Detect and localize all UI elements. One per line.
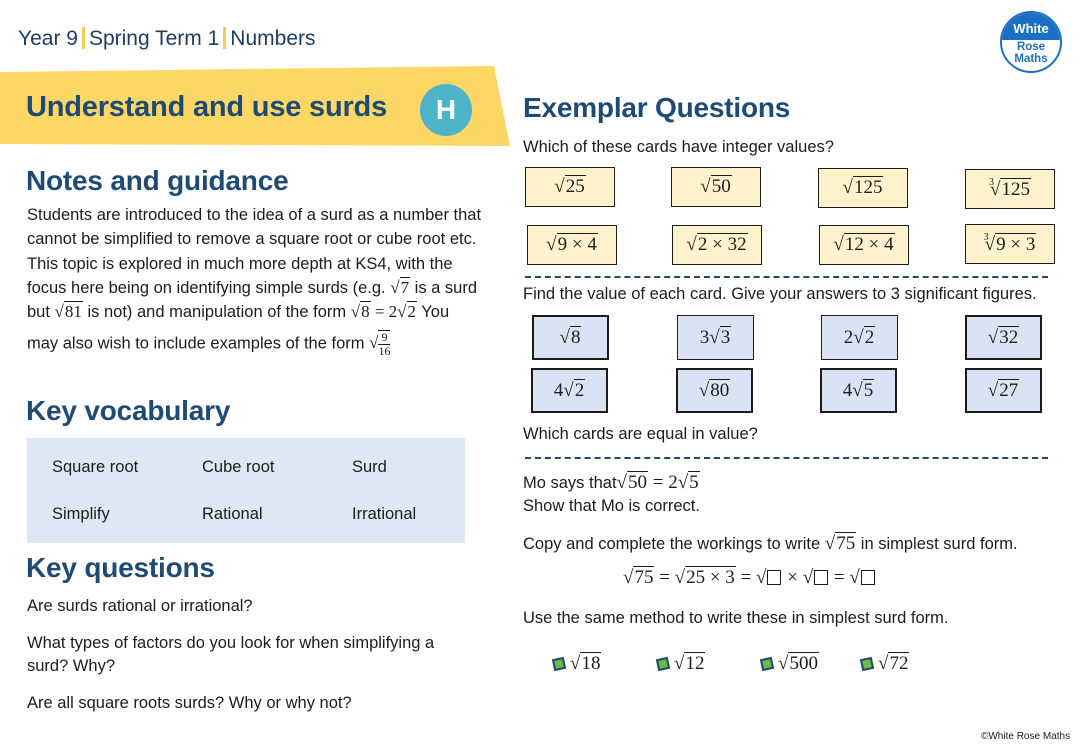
- integer-card[interactable]: √125: [818, 168, 908, 208]
- value-card[interactable]: 3√3: [677, 315, 754, 360]
- surd-example: √7: [390, 276, 411, 297]
- fraction-root-example: √ 9 16: [369, 330, 391, 359]
- vocab-item: Surd: [352, 458, 387, 476]
- practice-item: √500: [759, 652, 819, 675]
- notes-body: Students are introduced to the idea of a…: [27, 203, 507, 358]
- breadcrumb-topic: Numbers: [230, 27, 316, 50]
- notes-line: cannot be simplified to remove a square …: [27, 230, 477, 249]
- surd-expression: √2 × 32: [686, 233, 748, 255]
- practice-item: √12: [655, 652, 706, 675]
- vocabulary-box: Square root Cube root Surd Simplify Rati…: [27, 438, 465, 543]
- question-mo-claim: Mo says that√50 = 2√5: [523, 471, 700, 493]
- notes-line: may also wish to include examples of the…: [27, 330, 391, 359]
- value-card[interactable]: √80: [676, 368, 753, 413]
- vocab-item: Square root: [52, 458, 139, 476]
- key-question: Are surds rational or irrational?: [27, 597, 253, 615]
- question-equal-value: Which cards are equal in value?: [523, 425, 758, 443]
- breadcrumb: Year 9 Spring Term 1 Numbers: [18, 27, 316, 51]
- surd-expression: √72: [878, 652, 910, 674]
- breadcrumb-separator: [223, 27, 227, 49]
- notes-line: focus here being on identifying simple s…: [27, 276, 507, 300]
- section-divider: [525, 276, 1048, 278]
- question-same-method: Use the same method to write these in si…: [523, 609, 949, 627]
- surd-expression: 3√3: [699, 325, 732, 348]
- surd-expression: √25: [554, 175, 586, 197]
- value-card[interactable]: √27: [965, 368, 1042, 413]
- exemplar-heading: Exemplar Questions: [523, 92, 791, 123]
- working-equation: √75 = √25 × 3 = √ × √ = √: [623, 566, 876, 589]
- white-rose-maths-logo: White Rose Maths: [1000, 11, 1062, 73]
- surd-expression: 4√2: [553, 378, 586, 401]
- surd-expression: √80: [698, 378, 731, 401]
- question-copy-complete: Copy and complete the workings to write …: [523, 532, 1018, 554]
- value-card[interactable]: 4√2: [531, 368, 608, 413]
- surd-expression: 3√125: [989, 177, 1031, 200]
- integer-card[interactable]: √12 × 4: [819, 225, 909, 265]
- integer-card[interactable]: 3√125: [965, 169, 1055, 209]
- blank-box[interactable]: [814, 570, 829, 585]
- integer-card[interactable]: √50: [671, 167, 761, 207]
- notes-line: This topic is explored in much more dept…: [27, 254, 453, 273]
- mo-equation: √50 = 2√5: [616, 471, 700, 493]
- surd-expression: √32: [987, 325, 1020, 348]
- value-card[interactable]: √32: [965, 315, 1042, 360]
- surd-expression: √9 × 4: [546, 233, 598, 255]
- integer-card[interactable]: 3√9 × 3: [965, 224, 1055, 264]
- copyright: ©White Rose Maths: [981, 731, 1071, 742]
- blank-box[interactable]: [860, 570, 875, 585]
- surd-expression: √500: [778, 652, 819, 674]
- blank-box[interactable]: [767, 570, 782, 585]
- form-example: √8 = 2√2: [350, 301, 417, 322]
- breadcrumb-separator: [81, 27, 85, 49]
- vocab-item: Cube root: [202, 458, 275, 476]
- question-find-value: Find the value of each card. Give your a…: [523, 285, 1037, 303]
- surd-75: √75: [824, 532, 857, 554]
- surd-expression: √8: [559, 325, 582, 348]
- notes-line: but √81 is not) and manipulation of the …: [27, 300, 507, 324]
- practice-item: √18: [551, 652, 602, 675]
- surd-expression: √125: [842, 176, 884, 198]
- vocab-item: Irrational: [352, 505, 417, 523]
- square-bullet-icon: [655, 656, 671, 672]
- notes-heading: Notes and guidance: [26, 165, 289, 196]
- key-question: Are all square roots surds? Why or why n…: [27, 694, 352, 712]
- integer-card[interactable]: √25: [525, 167, 615, 207]
- breadcrumb-year: Year 9: [18, 27, 78, 50]
- square-bullet-icon: [551, 656, 567, 672]
- vocab-item: Rational: [202, 505, 263, 523]
- question-integer-values: Which of these cards have integer values…: [523, 138, 834, 156]
- square-bullet-icon: [759, 656, 775, 672]
- surd-expression: √12: [674, 652, 706, 674]
- section-divider: [525, 457, 1048, 459]
- page-title: Understand and use surds: [26, 91, 387, 123]
- surd-expression: √18: [570, 652, 602, 674]
- surd-expression: √50: [700, 175, 732, 197]
- question-show-correct: Show that Mo is correct.: [523, 497, 700, 515]
- value-card[interactable]: 2√2: [821, 315, 898, 360]
- square-bullet-icon: [859, 656, 875, 672]
- surd-expression: 4√5: [842, 378, 875, 401]
- key-questions-heading: Key questions: [26, 552, 215, 583]
- logo-text-rose-maths: Rose Maths: [1014, 41, 1048, 65]
- key-question: What types of factors do you look for wh…: [27, 634, 435, 675]
- practice-item: √72: [859, 652, 910, 675]
- vocabulary-heading: Key vocabulary: [26, 395, 231, 426]
- surd-expression: 2√2: [843, 325, 876, 348]
- integer-card[interactable]: √2 × 32: [672, 225, 762, 265]
- higher-tier-badge: H: [420, 84, 472, 136]
- breadcrumb-term: Spring Term 1: [88, 27, 220, 50]
- surd-expression: √12 × 4: [833, 233, 895, 255]
- value-card[interactable]: 4√5: [820, 368, 897, 413]
- integer-card[interactable]: √9 × 4: [527, 225, 617, 265]
- notes-line: Students are introduced to the idea of a…: [27, 206, 482, 224]
- vocab-item: Simplify: [52, 505, 110, 523]
- surd-expression: 3√9 × 3: [983, 232, 1037, 255]
- surd-expression: √27: [987, 378, 1020, 401]
- logo-text-white: White: [1002, 13, 1060, 40]
- nonsurd-example: √81: [54, 301, 83, 322]
- value-card[interactable]: √8: [532, 315, 609, 360]
